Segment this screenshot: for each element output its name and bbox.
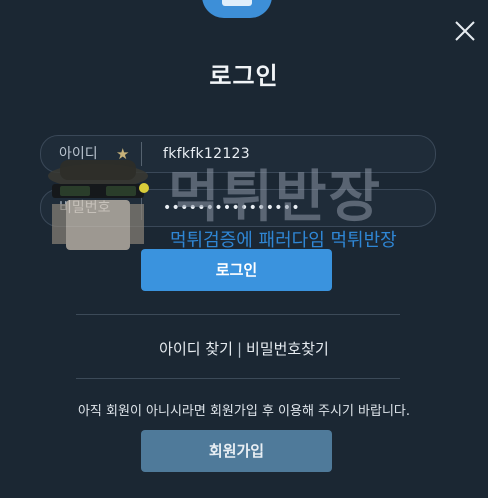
signup-button[interactable]: 회원가입: [141, 430, 332, 472]
id-label: 아이디: [59, 146, 98, 162]
link-separator: |: [236, 340, 243, 358]
login-button[interactable]: 로그인: [141, 249, 332, 291]
password-input[interactable]: ••••••••••••••••: [163, 190, 300, 226]
star-icon: ★: [116, 145, 130, 163]
id-input[interactable]: fkfkfk12123: [163, 136, 250, 172]
find-password-link[interactable]: 비밀번호찾기: [246, 340, 329, 358]
close-icon: [455, 21, 475, 41]
account-links: 아이디 찾기 | 비밀번호찾기: [0, 338, 488, 359]
close-button[interactable]: [452, 18, 478, 44]
divider-bottom: [76, 378, 400, 379]
top-badge-icon: [202, 0, 272, 18]
id-field[interactable]: 아이디 ★ fkfkfk12123: [40, 135, 436, 173]
password-label: 비밀번호: [59, 200, 111, 216]
find-id-link[interactable]: 아이디 찾기: [159, 340, 233, 358]
field-divider: [141, 196, 142, 220]
field-divider: [141, 142, 142, 166]
page-title: 로그인: [209, 62, 279, 90]
password-field[interactable]: 비밀번호 ••••••••••••••••: [40, 189, 436, 227]
divider-top: [76, 314, 400, 315]
signup-notice: 아직 회원이 아니시라면 회원가입 후 이용해 주시기 바랍니다.: [77, 404, 411, 419]
